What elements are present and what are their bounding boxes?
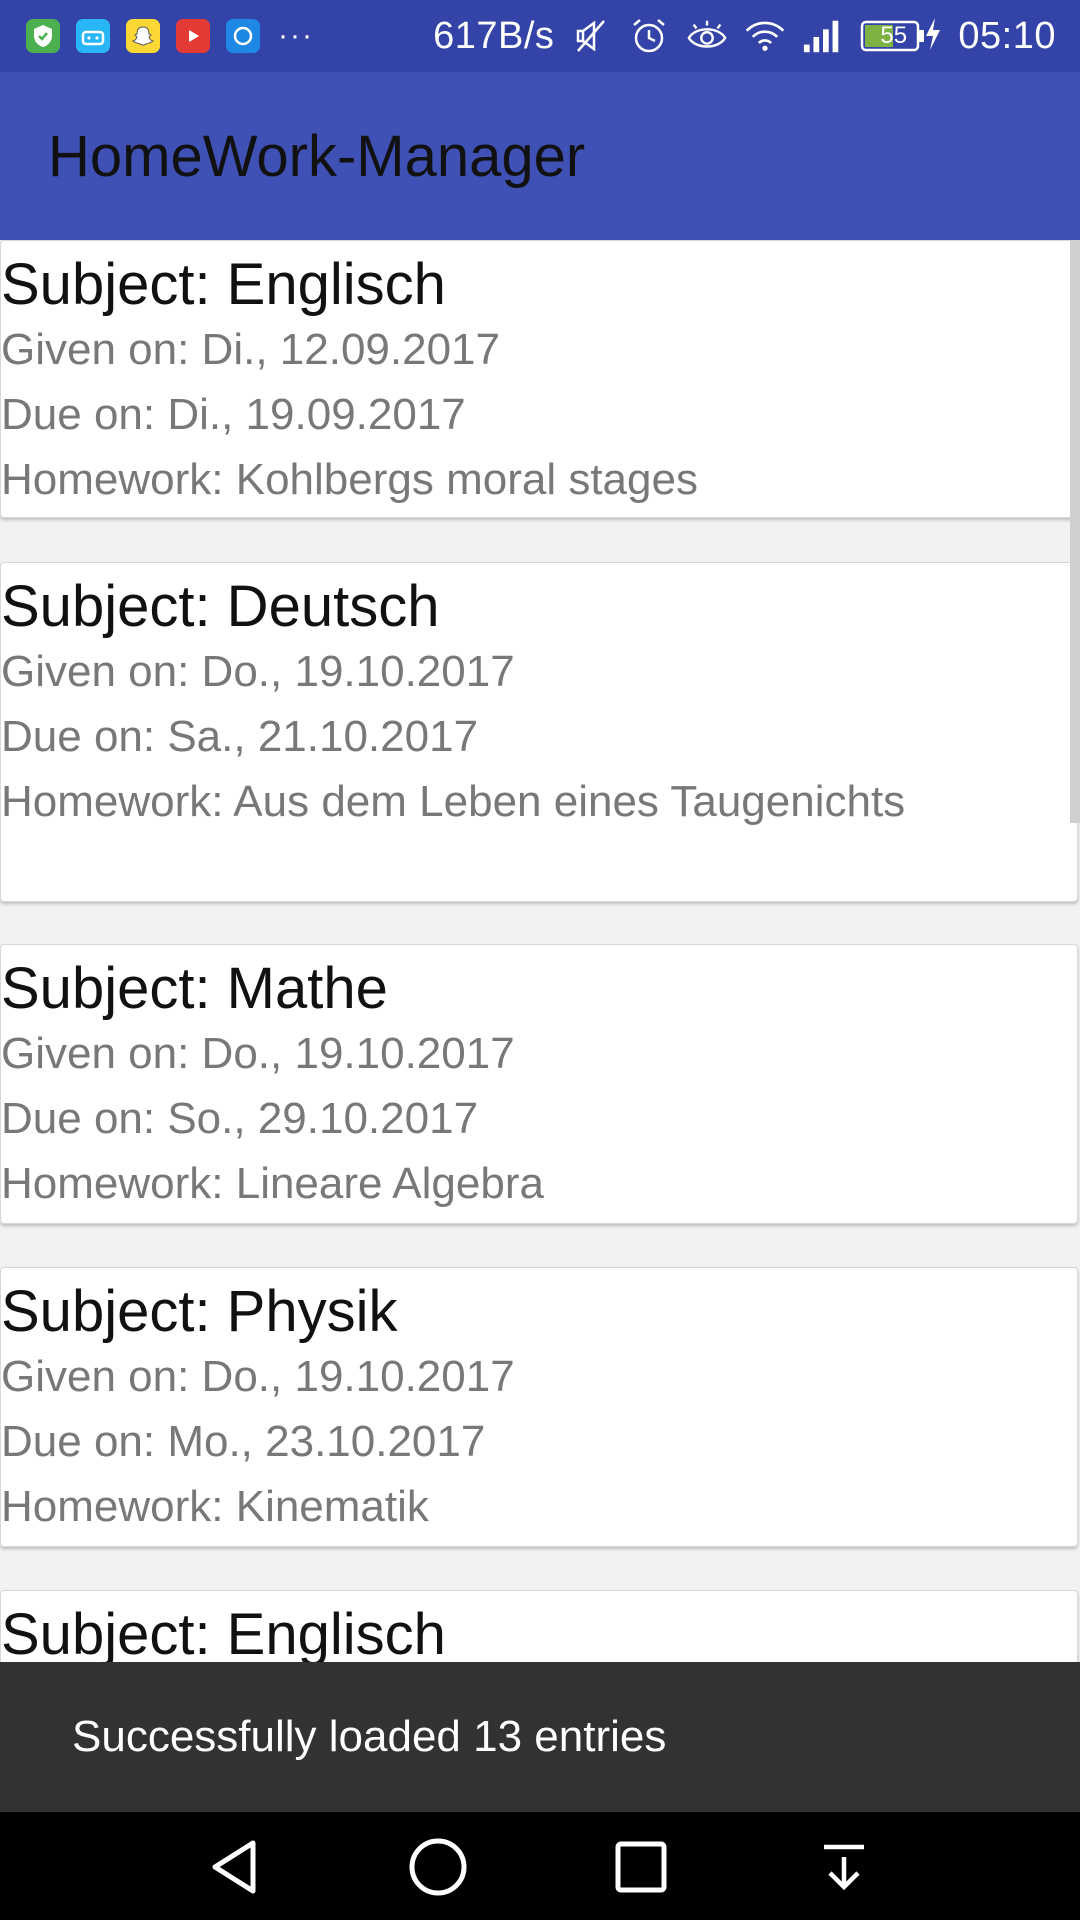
youtube-icon xyxy=(176,19,210,53)
alarm-icon xyxy=(628,15,670,57)
status-notification-icons: ··· xyxy=(26,19,314,53)
due-date-text: Due on: Di., 19.09.2017 xyxy=(1,390,466,439)
eye-comfort-icon xyxy=(686,15,728,57)
homework-text: Homework: Aus dem Leben eines Taugenicht… xyxy=(1,777,906,826)
app-bar: HomeWork-Manager xyxy=(0,72,1080,240)
homework-card[interactable]: Subject: Physik Given on: Do., 19.10.201… xyxy=(0,1267,1078,1547)
battery-icon: 55 xyxy=(860,19,926,53)
given-date-text: Given on: Do., 19.10.2017 xyxy=(1,1352,515,1401)
subject-text: Subject: Englisch xyxy=(1,252,446,317)
back-button[interactable] xyxy=(198,1830,272,1904)
subject-text: Subject: Physik xyxy=(1,1279,398,1344)
homework-text: Homework: Kohlbergs moral stages xyxy=(1,455,698,504)
snackbar: Successfully loaded 13 entries xyxy=(0,1662,1080,1812)
signal-icon xyxy=(802,15,844,57)
homework-list[interactable]: Subject: Englisch Given on: Di., 12.09.2… xyxy=(0,240,1080,1662)
due-date-text: Due on: Mo., 23.10.2017 xyxy=(1,1417,486,1466)
circle-app-icon xyxy=(226,19,260,53)
snapchat-icon xyxy=(126,19,160,53)
subject-text: Subject: Deutsch xyxy=(1,574,440,639)
given-date-text: Given on: Do., 19.10.2017 xyxy=(1,647,515,696)
scrollbar-thumb[interactable] xyxy=(1070,240,1080,823)
network-speed: 617B/s xyxy=(433,14,555,57)
given-date-text: Given on: Do., 19.10.2017 xyxy=(1,1029,515,1078)
homework-card[interactable]: Subject: Englisch Given on: Di., 12.09.2… xyxy=(0,240,1078,518)
recents-square-icon xyxy=(615,1841,667,1893)
subject-text: Subject: Mathe xyxy=(1,956,388,1021)
back-triangle-icon xyxy=(212,1840,256,1894)
status-system-icons: 617B/s 55 05:10 xyxy=(433,15,1056,58)
mute-icon xyxy=(570,15,612,57)
vpn-shield-icon xyxy=(26,19,60,53)
status-bar: ··· 617B/s 55 05:10 xyxy=(0,0,1080,72)
home-circle-icon xyxy=(409,1838,467,1896)
navigation-bar xyxy=(0,1812,1080,1920)
recents-button[interactable] xyxy=(604,1830,678,1904)
due-date-text: Due on: Sa., 21.10.2017 xyxy=(1,712,479,761)
homework-card[interactable]: Subject: Mathe Given on: Do., 19.10.2017… xyxy=(0,944,1078,1224)
homework-text: Homework: Lineare Algebra xyxy=(1,1159,544,1208)
homework-text: Homework: Kinematik xyxy=(1,1482,429,1531)
android-icon xyxy=(76,19,110,53)
clock: 05:10 xyxy=(958,14,1056,57)
more-notifications-icon: ··· xyxy=(278,19,314,52)
app-title: HomeWork-Manager xyxy=(48,123,586,189)
notification-pulldown-button[interactable] xyxy=(807,1830,881,1904)
snackbar-message: Successfully loaded 13 entries xyxy=(72,1712,667,1761)
wifi-icon xyxy=(744,15,786,57)
due-date-text: Due on: So., 29.10.2017 xyxy=(1,1094,479,1143)
homework-card[interactable]: Subject: Deutsch Given on: Do., 19.10.20… xyxy=(0,562,1078,902)
homework-card[interactable]: Subject: Englisch xyxy=(0,1590,1078,1662)
given-date-text: Given on: Di., 12.09.2017 xyxy=(1,325,500,374)
subject-text: Subject: Englisch xyxy=(1,1602,446,1663)
charging-icon xyxy=(924,17,942,56)
home-button[interactable] xyxy=(401,1830,475,1904)
pulldown-arrow-icon xyxy=(824,1844,864,1891)
